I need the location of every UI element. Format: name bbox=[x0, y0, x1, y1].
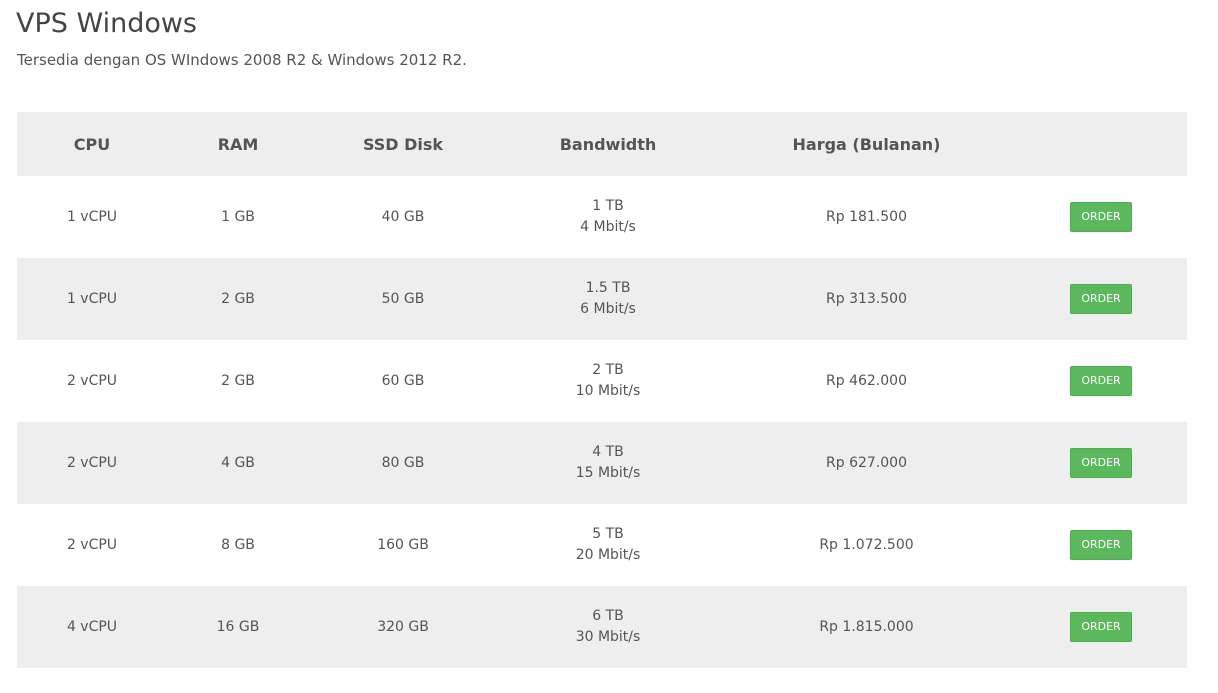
cell-price: Rp 627.000 bbox=[719, 422, 1014, 504]
bandwidth-speed: 15 Mbit/s bbox=[575, 465, 641, 481]
table-row: 2 vCPU 8 GB 160 GB 5 TB 20 Mbit/s Rp 1.0… bbox=[17, 504, 1187, 586]
cell-cpu: 1 vCPU bbox=[17, 258, 167, 340]
cell-ram: 4 GB bbox=[167, 422, 309, 504]
table-row: 1 vCPU 2 GB 50 GB 1.5 TB 6 Mbit/s Rp 313… bbox=[17, 258, 1187, 340]
bandwidth-speed: 30 Mbit/s bbox=[575, 629, 641, 645]
column-header-ram: RAM bbox=[167, 112, 309, 176]
cell-ram: 2 GB bbox=[167, 258, 309, 340]
order-button[interactable]: ORDER bbox=[1070, 448, 1132, 478]
cell-cpu: 4 vCPU bbox=[17, 586, 167, 668]
cell-ssd: 160 GB bbox=[309, 504, 497, 586]
cell-ram: 8 GB bbox=[167, 504, 309, 586]
bandwidth-speed: 4 Mbit/s bbox=[580, 219, 636, 235]
table-row: 2 vCPU 4 GB 80 GB 4 TB 15 Mbit/s Rp 627.… bbox=[17, 422, 1187, 504]
bandwidth-quota: 6 TB bbox=[592, 608, 624, 624]
cell-bandwidth: 1 TB 4 Mbit/s bbox=[497, 176, 719, 258]
order-button[interactable]: ORDER bbox=[1070, 202, 1132, 232]
bandwidth-quota: 1.5 TB bbox=[585, 280, 631, 296]
cell-cpu: 2 vCPU bbox=[17, 340, 167, 422]
bandwidth-quota: 2 TB bbox=[592, 362, 624, 378]
cell-bandwidth: 1.5 TB 6 Mbit/s bbox=[497, 258, 719, 340]
column-header-cpu: CPU bbox=[17, 112, 167, 176]
table-row: 4 vCPU 16 GB 320 GB 6 TB 30 Mbit/s Rp 1.… bbox=[17, 586, 1187, 668]
cell-ssd: 80 GB bbox=[309, 422, 497, 504]
page-subtitle: Tersedia dengan OS WIndows 2008 R2 & Win… bbox=[17, 51, 467, 69]
cell-bandwidth: 2 TB 10 Mbit/s bbox=[497, 340, 719, 422]
column-header-action bbox=[1014, 112, 1187, 176]
cell-ssd: 320 GB bbox=[309, 586, 497, 668]
bandwidth-speed: 6 Mbit/s bbox=[580, 301, 636, 317]
cell-cpu: 1 vCPU bbox=[17, 176, 167, 258]
bandwidth-speed: 10 Mbit/s bbox=[575, 383, 641, 399]
order-button[interactable]: ORDER bbox=[1070, 612, 1132, 642]
order-button[interactable]: ORDER bbox=[1070, 284, 1132, 314]
table-row: 1 vCPU 1 GB 40 GB 1 TB 4 Mbit/s Rp 181.5… bbox=[17, 176, 1187, 258]
cell-action: ORDER bbox=[1014, 258, 1187, 340]
cell-action: ORDER bbox=[1014, 340, 1187, 422]
table-header: CPU RAM SSD Disk Bandwidth Harga (Bulana… bbox=[17, 112, 1187, 176]
pricing-table: CPU RAM SSD Disk Bandwidth Harga (Bulana… bbox=[17, 112, 1187, 668]
cell-bandwidth: 4 TB 15 Mbit/s bbox=[497, 422, 719, 504]
cell-price: Rp 313.500 bbox=[719, 258, 1014, 340]
cell-price: Rp 1.072.500 bbox=[719, 504, 1014, 586]
cell-ssd: 60 GB bbox=[309, 340, 497, 422]
cell-price: Rp 462.000 bbox=[719, 340, 1014, 422]
bandwidth-quota: 5 TB bbox=[592, 526, 624, 542]
cell-ssd: 50 GB bbox=[309, 258, 497, 340]
order-button[interactable]: ORDER bbox=[1070, 366, 1132, 396]
cell-ssd: 40 GB bbox=[309, 176, 497, 258]
table-row: 2 vCPU 2 GB 60 GB 2 TB 10 Mbit/s Rp 462.… bbox=[17, 340, 1187, 422]
header-row: CPU RAM SSD Disk Bandwidth Harga (Bulana… bbox=[17, 112, 1187, 176]
page-title: VPS Windows bbox=[16, 8, 197, 39]
order-button[interactable]: ORDER bbox=[1070, 530, 1132, 560]
cell-bandwidth: 6 TB 30 Mbit/s bbox=[497, 586, 719, 668]
cell-price: Rp 1.815.000 bbox=[719, 586, 1014, 668]
cell-ram: 1 GB bbox=[167, 176, 309, 258]
cell-cpu: 2 vCPU bbox=[17, 504, 167, 586]
cell-ram: 16 GB bbox=[167, 586, 309, 668]
bandwidth-quota: 1 TB bbox=[592, 198, 624, 214]
cell-action: ORDER bbox=[1014, 586, 1187, 668]
cell-ram: 2 GB bbox=[167, 340, 309, 422]
cell-bandwidth: 5 TB 20 Mbit/s bbox=[497, 504, 719, 586]
bandwidth-speed: 20 Mbit/s bbox=[575, 547, 641, 563]
column-header-price: Harga (Bulanan) bbox=[719, 112, 1014, 176]
bandwidth-quota: 4 TB bbox=[592, 444, 624, 460]
column-header-ssd: SSD Disk bbox=[309, 112, 497, 176]
cell-action: ORDER bbox=[1014, 422, 1187, 504]
column-header-bandwidth: Bandwidth bbox=[497, 112, 719, 176]
cell-action: ORDER bbox=[1014, 176, 1187, 258]
cell-price: Rp 181.500 bbox=[719, 176, 1014, 258]
cell-action: ORDER bbox=[1014, 504, 1187, 586]
table-body: 1 vCPU 1 GB 40 GB 1 TB 4 Mbit/s Rp 181.5… bbox=[17, 176, 1187, 668]
cell-cpu: 2 vCPU bbox=[17, 422, 167, 504]
